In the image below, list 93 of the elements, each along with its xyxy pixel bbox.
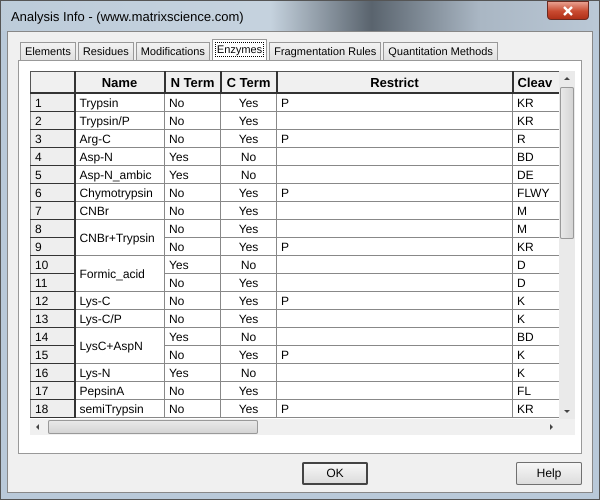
table-cell: Yes <box>164 256 220 274</box>
table-cell: Yes <box>220 346 276 364</box>
table-cell: No <box>164 274 220 292</box>
table-cell: Yes <box>220 220 276 238</box>
table-cell: Yes <box>220 292 276 310</box>
table-cell: No <box>164 400 220 418</box>
table-cell: Yes <box>164 166 220 184</box>
tab[interactable]: Modifications <box>136 42 210 60</box>
dialog-button[interactable]: OK <box>302 462 368 484</box>
table-cell: Yes <box>220 274 276 292</box>
table-cell: CNBr <box>74 202 164 220</box>
table-cell: No <box>164 184 220 202</box>
tab[interactable]: Enzymes <box>212 39 268 60</box>
table-cell: Lys-C/P <box>74 310 164 328</box>
table-cell: Yes <box>220 93 276 112</box>
table-cell: No <box>220 328 276 346</box>
table-cell: Yes <box>220 130 276 148</box>
tab[interactable]: Elements <box>20 42 76 60</box>
table-cell: No <box>164 238 220 256</box>
table-cell: Yes <box>164 364 220 382</box>
vertical-scrollbar[interactable] <box>559 71 575 419</box>
table-cell: Yes <box>220 382 276 400</box>
table-cell: P <box>276 130 512 148</box>
table-cell: No <box>220 364 276 382</box>
table-cell: Yes <box>164 148 220 166</box>
table-cell: Chymotrypsin <box>74 184 164 202</box>
table-cell: No <box>164 346 220 364</box>
column-header[interactable]: Restrict <box>276 72 512 93</box>
table-cell: Yes <box>220 202 276 220</box>
dialog-button[interactable]: Help <box>516 462 582 484</box>
column-header[interactable]: N Term <box>164 72 220 93</box>
table-cell: No <box>220 148 276 166</box>
row-header[interactable]: 11 <box>30 274 74 292</box>
table-cell: No <box>164 292 220 310</box>
scroll-thumb[interactable] <box>48 420 258 434</box>
row-header[interactable]: 12 <box>30 292 74 310</box>
table-cell: No <box>164 310 220 328</box>
close-button[interactable] <box>547 1 589 20</box>
table-cell: P <box>276 238 512 256</box>
tab[interactable]: Residues <box>78 42 134 60</box>
table-cell: No <box>164 382 220 400</box>
row-header[interactable]: 6 <box>30 184 74 202</box>
tab[interactable]: Quantitation Methods <box>383 42 498 60</box>
table-cell: No <box>220 166 276 184</box>
window-title: Analysis Info - (www.matrixscience.com) <box>11 8 244 24</box>
row-header[interactable]: 18 <box>30 400 74 418</box>
row-header[interactable]: 5 <box>30 166 74 184</box>
table-cell: Lys-N <box>74 364 164 382</box>
table-cell: Yes <box>220 238 276 256</box>
row-header[interactable]: 13 <box>30 310 74 328</box>
table-cell: Yes <box>164 328 220 346</box>
table-cell: P <box>276 292 512 310</box>
table-cell: P <box>276 93 512 112</box>
table-cell: Arg-C <box>74 130 164 148</box>
row-header[interactable]: 14 <box>30 328 74 346</box>
table-cell: Yes <box>220 184 276 202</box>
row-header[interactable]: 17 <box>30 382 74 400</box>
table-cell: Lys-C <box>74 292 164 310</box>
column-header[interactable]: Cleav <box>512 72 559 93</box>
table-cell: Asp-N_ambic <box>74 166 164 184</box>
table-cell: No <box>164 202 220 220</box>
table-cell: No <box>164 130 220 148</box>
column-header[interactable]: C Term <box>220 72 276 93</box>
table-cell: Yes <box>220 400 276 418</box>
close-icon <box>562 6 574 16</box>
table-cell: Yes <box>220 112 276 130</box>
table-cell: No <box>220 256 276 274</box>
row-header[interactable]: 4 <box>30 148 74 166</box>
tab[interactable]: Fragmentation Rules <box>269 42 382 60</box>
table-cell: Trypsin/P <box>74 112 164 130</box>
table-cell: PepsinA <box>74 382 164 400</box>
table-cell: Trypsin <box>74 93 164 112</box>
row-header[interactable]: 16 <box>30 364 74 382</box>
row-header[interactable]: 7 <box>30 202 74 220</box>
scroll-thumb[interactable] <box>560 87 574 239</box>
table-cell: P <box>276 184 512 202</box>
row-header[interactable]: 3 <box>30 130 74 148</box>
table-cell: No <box>164 93 220 112</box>
row-header[interactable]: 8 <box>30 220 74 238</box>
row-header[interactable]: 1 <box>30 93 74 112</box>
table-cell: semiTrypsin <box>74 400 164 418</box>
table-cell: P <box>276 400 512 418</box>
table-cell: Asp-N <box>74 148 164 166</box>
table-cell: No <box>164 220 220 238</box>
table-cell: No <box>164 112 220 130</box>
row-header[interactable]: 9 <box>30 238 74 256</box>
corner-header <box>30 72 74 93</box>
row-header[interactable]: 15 <box>30 346 74 364</box>
row-header[interactable]: 10 <box>30 256 74 274</box>
row-header[interactable]: 2 <box>30 112 74 130</box>
table-cell: P <box>276 346 512 364</box>
table-cell: Yes <box>220 310 276 328</box>
column-header[interactable]: Name <box>74 72 164 93</box>
